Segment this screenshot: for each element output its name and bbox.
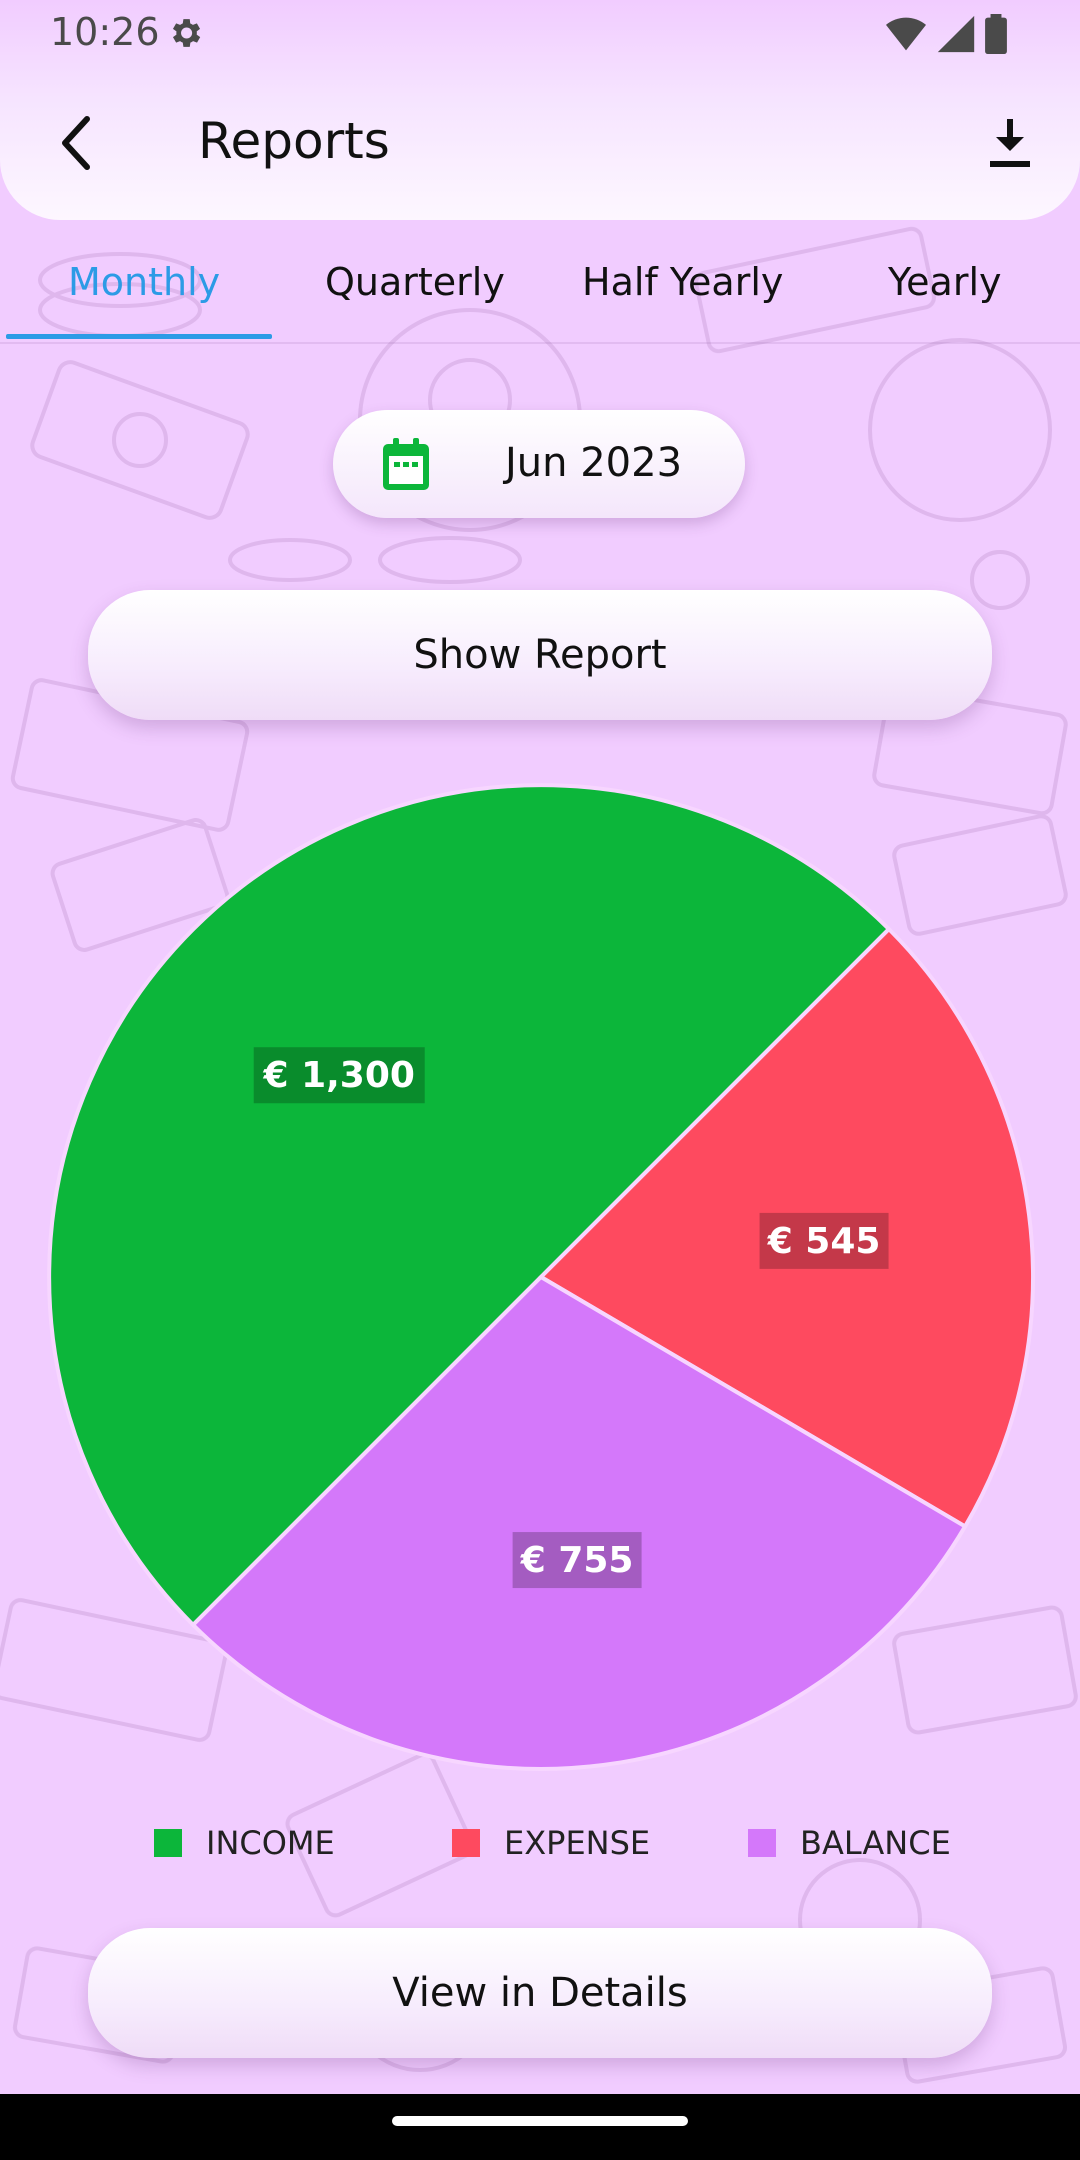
legend-swatch-income	[154, 1829, 182, 1857]
legend-swatch-balance	[748, 1829, 776, 1857]
tab-monthly[interactable]: Monthly	[68, 260, 220, 304]
show-report-button[interactable]: Show Report	[88, 590, 992, 720]
month-picker-button[interactable]: Jun 2023	[333, 410, 745, 518]
legend-swatch-expense	[452, 1829, 480, 1857]
legend-label-balance: BALANCE	[800, 1824, 951, 1862]
download-button[interactable]	[980, 110, 1040, 176]
status-time: 10:26	[50, 10, 160, 54]
legend-item-income: INCOME	[154, 1824, 335, 1862]
view-details-button[interactable]: View in Details	[88, 1928, 992, 2058]
tab-quarterly[interactable]: Quarterly	[325, 260, 505, 304]
selected-month: Jun 2023	[505, 440, 683, 486]
pie-label-balance: € 755	[512, 1532, 642, 1589]
pie-value-label-balance: € 755	[520, 1540, 634, 1581]
tab-yearly[interactable]: Yearly	[888, 260, 1002, 304]
home-indicator[interactable]	[392, 2116, 688, 2126]
legend-item-expense: EXPENSE	[452, 1824, 650, 1862]
pie-label-expense: € 545	[759, 1212, 889, 1269]
legend-label-expense: EXPENSE	[504, 1824, 651, 1862]
pie-label-income: € 1,300	[253, 1047, 425, 1104]
wifi-icon	[886, 17, 926, 51]
period-tabs: Monthly Quarterly Half Yearly Yearly	[0, 238, 1080, 344]
status-bar: 10:26	[0, 0, 1080, 72]
chevron-left-icon	[62, 116, 90, 170]
pie-value-label-income: € 1,300	[262, 1055, 414, 1096]
system-navigation-bar	[0, 2094, 1080, 2160]
legend-label-income: INCOME	[206, 1824, 335, 1862]
calendar-icon	[383, 438, 429, 490]
signal-icon	[937, 15, 975, 53]
gear-icon	[172, 19, 201, 47]
chart-legend: INCOME EXPENSE BALANCE	[0, 1824, 1080, 1868]
back-button[interactable]	[50, 108, 104, 178]
download-icon	[990, 119, 1030, 167]
battery-icon	[985, 14, 1007, 54]
tab-half-yearly[interactable]: Half Yearly	[582, 260, 783, 304]
active-tab-indicator	[6, 334, 272, 339]
pie-value-label-expense: € 545	[767, 1221, 881, 1262]
legend-item-balance: BALANCE	[748, 1824, 951, 1862]
page-title: Reports	[198, 112, 390, 170]
